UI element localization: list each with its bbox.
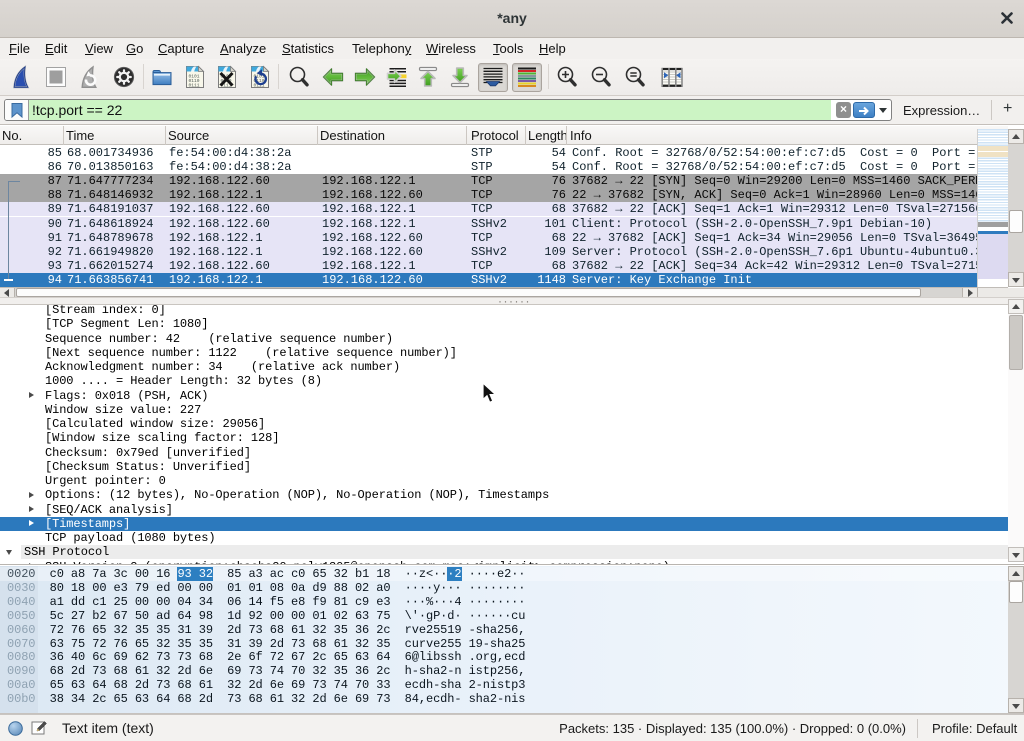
svg-text:0111: 0111 bbox=[189, 83, 200, 89]
